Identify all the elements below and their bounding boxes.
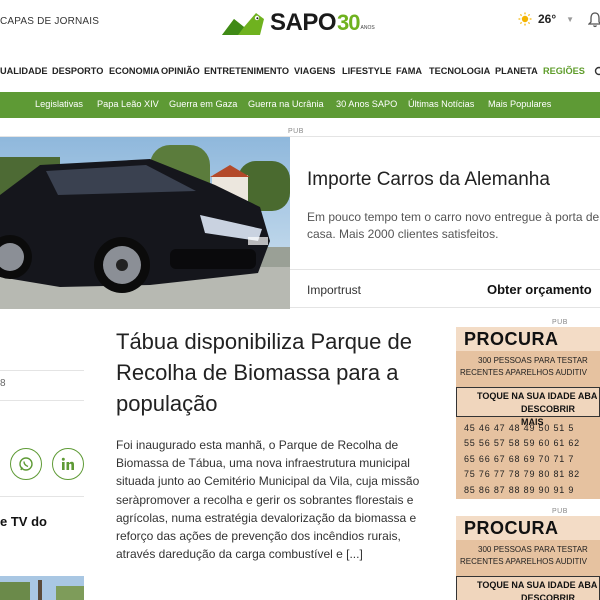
sapo-logo-icon [222,13,264,35]
topic-mais-populares[interactable]: Mais Populares [488,99,551,109]
nav-item-opiniao[interactable]: OPINIÃO [161,66,200,76]
topic-papa-leao[interactable]: Papa Leão XIV [97,99,159,109]
left-column-divider [0,496,84,497]
nav-item-lifestyle[interactable]: LIFESTYLE [342,66,392,76]
nav-item-planeta[interactable]: PLANETA [495,66,538,76]
left-column-headline[interactable]: e TV do [0,514,47,529]
nav-item-economia[interactable]: ECONOMIA [109,66,160,76]
side-ad-box-line2: DESCOBRIR MAIS [521,593,576,600]
sponsored-ad[interactable]: Importe Carros da Alemanha Em pouco temp… [0,136,600,309]
nav-item-atualidade[interactable]: UALIDADE [0,66,47,76]
sun-icon [518,12,532,26]
logo-30: 30 [337,10,361,35]
article-title[interactable]: Tábua disponibiliza Parque de Recolha de… [116,326,416,419]
left-column-thumbnail[interactable] [0,576,84,600]
capas-de-jornais-link[interactable]: CAPAS DE JORNAIS [0,16,99,27]
topic-guerra-ucrania[interactable]: Guerra na Ucrânia [248,99,324,109]
search-icon[interactable] [594,66,600,80]
nav-item-viagens[interactable]: VIAGENS [294,66,335,76]
share-whatsapp-button[interactable] [10,448,42,480]
sapo-logo[interactable]: SAPO 30 ANOS [220,6,375,40]
age-row[interactable]: 85 86 87 88 89 90 91 9 [464,483,600,498]
temperature: 26° [538,12,557,26]
side-ad-pub-label: PUB [552,508,568,515]
age-row[interactable]: 75 76 77 78 79 80 81 82 [464,467,600,482]
side-ad-line1: 300 PESSOAS PARA TESTAR [478,356,588,365]
logo-anos: ANOS [360,25,375,31]
left-column-date: 8 [0,378,6,389]
side-ad-age-prompt[interactable]: TOQUE NA SUA IDADE ABA DESCOBRIR MAIS [456,387,600,427]
side-ad-line2: RECENTES APARELHOS AUDITIV [460,557,587,566]
topic-ultimas-noticias[interactable]: Últimas Notícias [408,99,474,109]
left-column-divider [0,370,84,371]
ad-car-image[interactable] [0,137,290,309]
share-linkedin-button[interactable] [52,448,84,480]
age-row[interactable]: 45 46 47 48 49 50 51 5 [464,421,600,436]
whatsapp-icon [19,457,33,471]
nav-item-entretenimento[interactable]: ENTRETENIMENTO [204,66,289,76]
nav-item-desporto[interactable]: DESPORTO [52,66,103,76]
bell-icon[interactable] [587,12,600,33]
age-row[interactable]: 55 56 57 58 59 60 61 62 [464,436,600,451]
ad-divider [290,269,600,270]
nav-item-tecnologia[interactable]: TECNOLOGIA [429,66,490,76]
side-ad-hearing[interactable]: PROCURA 300 PESSOAS PARA TESTAR RECENTES… [456,327,600,499]
weather-widget[interactable]: 26° ▼ [518,12,574,26]
side-ad-box-line1: TOQUE NA SUA IDADE ABA [477,580,598,590]
main-nav: UALIDADE DESPORTO ECONOMIA OPINIÃO ENTRE… [0,62,600,82]
logo-wordmark: SAPO [270,9,337,36]
side-ad-line1: 300 PESSOAS PARA TESTAR [478,545,588,554]
article-excerpt: Foi inaugurado esta manhã, o Parque de R… [116,438,420,562]
nav-item-fama[interactable]: FAMA [396,66,422,76]
ad-cta-button[interactable]: Obter orçamento [487,282,592,297]
trending-topics-bar: Legislativas Papa Leão XIV Guerra em Gaz… [0,92,600,118]
chevron-down-icon[interactable]: ▼ [566,15,574,24]
left-column-divider [0,400,84,401]
side-ad-box-line1: TOQUE NA SUA IDADE ABA [477,391,598,401]
nav-item-regioes[interactable]: REGIÕES [543,66,585,76]
topic-30-anos-sapo[interactable]: 30 Anos SAPO [336,99,397,109]
ad-pub-label: PUB [288,128,304,135]
side-ad-pub-label: PUB [552,319,568,326]
side-ad-headline: PROCURA [456,327,600,351]
ad-title[interactable]: Importe Carros da Alemanha [307,169,550,191]
topic-guerra-gaza[interactable]: Guerra em Gaza [169,99,237,109]
side-ad-age-prompt[interactable]: TOQUE NA SUA IDADE ABA DESCOBRIR MAIS [456,576,600,600]
side-ad-hearing-2[interactable]: PROCURA 300 PESSOAS PARA TESTAR RECENTES… [456,516,600,600]
side-ad-age-grid[interactable]: 45 46 47 48 49 50 51 5 55 56 57 58 59 60… [464,421,600,498]
ad-brand: Importrust [307,283,362,297]
age-row[interactable]: 65 66 67 68 69 70 71 7 [464,452,600,467]
topic-legislativas[interactable]: Legislativas [35,99,83,109]
top-bar: CAPAS DE JORNAIS SAPO 30 ANOS 26° ▼ [0,0,600,48]
ad-description: Em pouco tempo tem o carro novo entregue… [307,210,600,241]
linkedin-icon [61,457,74,470]
side-ad-headline: PROCURA [456,516,600,540]
side-ad-line2: RECENTES APARELHOS AUDITIV [460,368,587,377]
